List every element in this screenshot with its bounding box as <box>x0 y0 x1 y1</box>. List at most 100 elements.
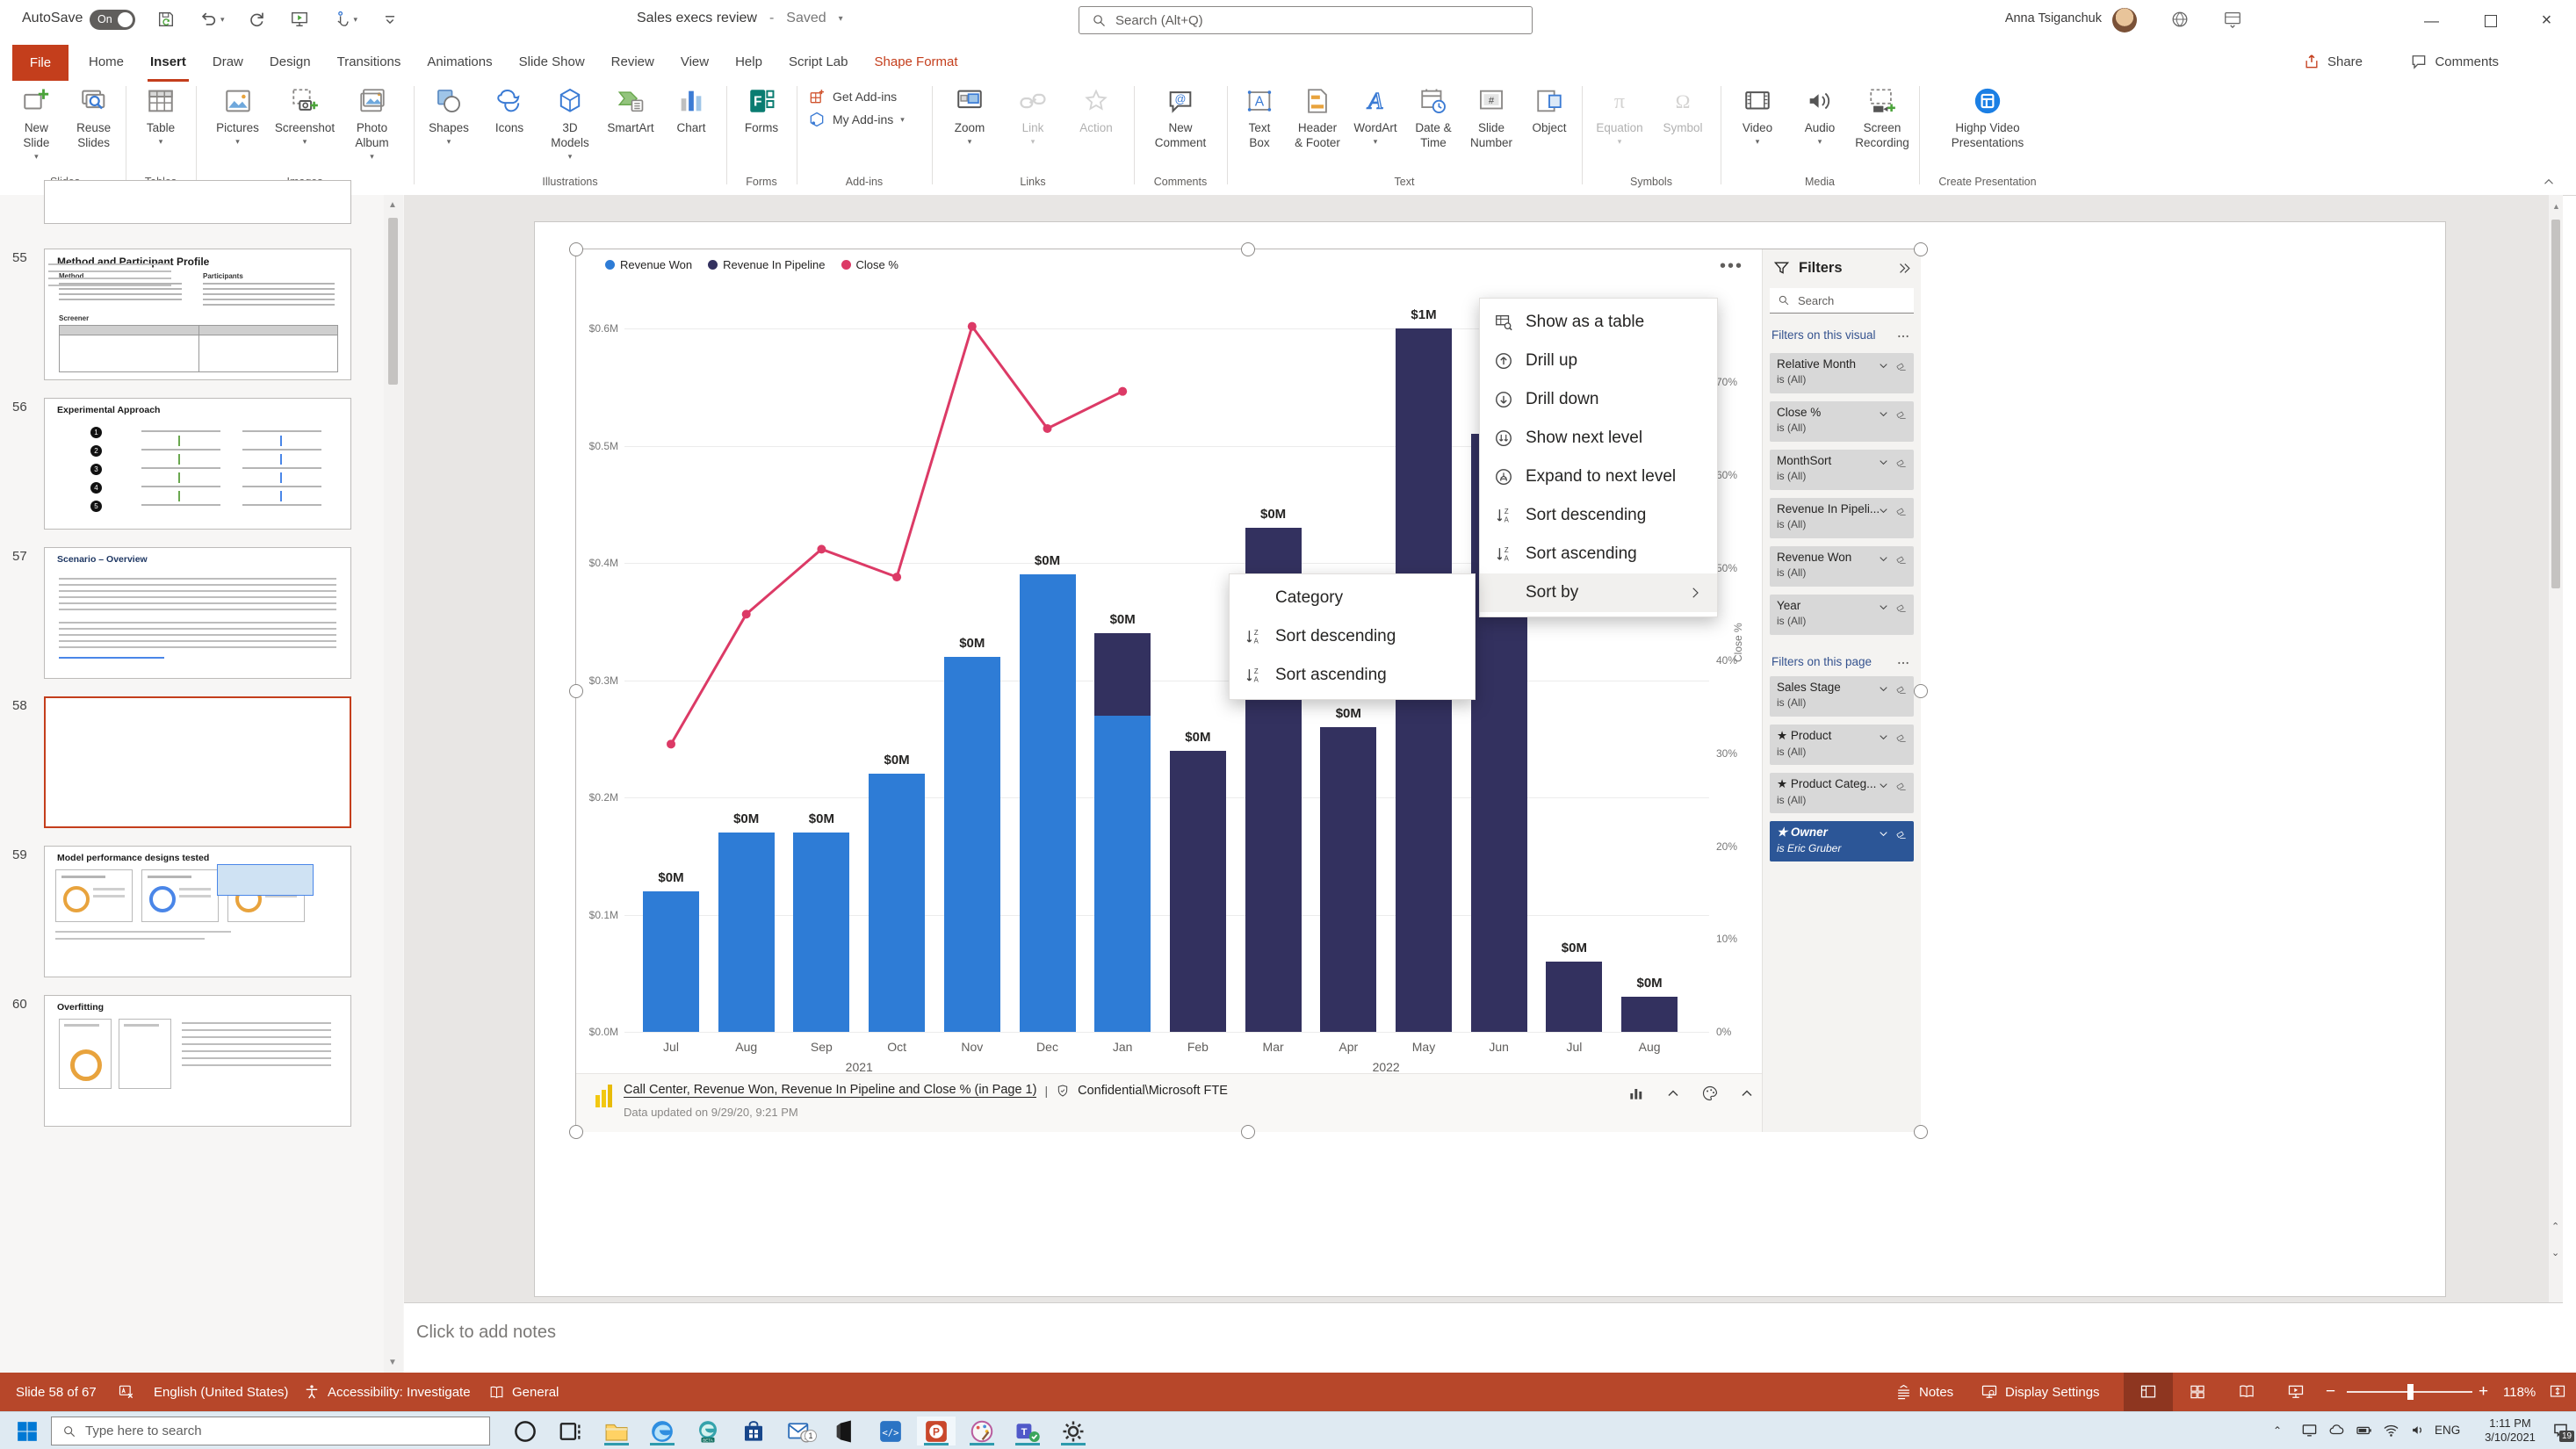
menu-item-drill-up[interactable]: Drill up <box>1480 342 1717 380</box>
collapse-filters-icon[interactable] <box>1897 261 1912 276</box>
selection-handle[interactable] <box>569 1125 583 1139</box>
tab-home[interactable]: Home <box>76 42 137 82</box>
menu-item-show-as-a-table[interactable]: Show as a table <box>1480 303 1717 342</box>
tray-cloud-icon[interactable] <box>2328 1422 2345 1438</box>
taskbar-app-paint[interactable] <box>963 1417 1001 1445</box>
taskbar-app-vs-code[interactable]: </> <box>871 1417 910 1445</box>
avatar[interactable] <box>2112 8 2137 32</box>
taskbar-search[interactable]: Type here to search <box>51 1417 490 1445</box>
filter-expand-icon[interactable] <box>1878 505 1889 516</box>
menu-item-sort-descending[interactable]: Z A Sort descending <box>1480 496 1717 535</box>
taskbar-app-powerpoint[interactable]: P <box>917 1417 956 1445</box>
bar-revenue-in-pipeline[interactable] <box>1094 633 1151 716</box>
menu-item-expand-to-next-level[interactable]: Expand to next level <box>1480 458 1717 496</box>
ribbon-button-screen-recording[interactable]: Screen Recording <box>1854 86 1910 151</box>
search-box[interactable]: Search (Alt+Q) <box>1079 6 1533 34</box>
tab-file[interactable]: File <box>12 45 69 81</box>
menu-item-show-next-level[interactable]: Show next level <box>1480 419 1717 458</box>
taskbar-app-store[interactable] <box>734 1417 773 1445</box>
notes-toggle[interactable]: Notes <box>1895 1373 1953 1411</box>
expand-2-icon[interactable] <box>1738 1085 1756 1102</box>
language-status[interactable]: English (United States) <box>154 1373 288 1411</box>
ribbon-button-shapes[interactable]: Shapes ▾ <box>421 86 477 162</box>
ribbon-button-my-add-ins[interactable]: My Add-ins ▾ <box>808 111 929 128</box>
slide-thumbnail-58[interactable] <box>44 696 351 828</box>
macro-status[interactable]: General <box>488 1373 559 1411</box>
collapse-ribbon-icon[interactable] <box>2541 174 2557 190</box>
bar-revenue-won[interactable] <box>1094 715 1151 1032</box>
filter-clear-icon[interactable] <box>1895 732 1908 744</box>
filter-section-more-icon[interactable] <box>1896 656 1910 670</box>
submenu-item-sort-descending[interactable]: Z A Sort descending <box>1230 617 1475 656</box>
maximize-button[interactable] <box>2461 0 2520 41</box>
view-normal-button[interactable] <box>2124 1373 2173 1411</box>
filters-search-input[interactable]: Search <box>1770 288 1914 314</box>
bar-revenue-in-pipeline[interactable] <box>1320 726 1377 1032</box>
redo-button[interactable] <box>248 10 267 29</box>
ribbon-button-screenshot[interactable]: Screenshot ▾ <box>275 86 335 162</box>
taskbar-app-edge[interactable] <box>643 1417 682 1445</box>
filter-clear-icon[interactable] <box>1895 780 1908 792</box>
ribbon-button-icons[interactable]: Icons <box>481 86 538 162</box>
selection-handle[interactable] <box>569 684 583 698</box>
notes-pane[interactable]: Click to add notes <box>404 1302 2563 1373</box>
bar-revenue-won[interactable] <box>718 833 775 1032</box>
filter-expand-icon[interactable] <box>1878 602 1889 613</box>
share-button[interactable]: Share <box>2303 41 2363 82</box>
display-settings-button[interactable]: Display Settings <box>1981 1373 2100 1411</box>
accessibility-status[interactable]: Accessibility: Investigate <box>303 1373 471 1411</box>
bar-revenue-won[interactable] <box>1019 574 1076 1032</box>
taskbar-app-file-explorer[interactable] <box>597 1417 636 1445</box>
taskbar-app-mail[interactable]: 11 <box>780 1417 819 1445</box>
taskbar-app-teams[interactable]: T <box>1008 1417 1047 1445</box>
fit-slide-button[interactable] <box>2549 1373 2566 1411</box>
selection-handle[interactable] <box>1914 242 1928 256</box>
touch-mode-button[interactable]: ▾ <box>332 10 357 29</box>
bar-revenue-in-pipeline[interactable] <box>1546 961 1603 1032</box>
filter-card-monthsort[interactable]: MonthSort is (All) <box>1770 450 1914 490</box>
tab-shape-format[interactable]: Shape Format <box>862 42 971 82</box>
bar-revenue-in-pipeline[interactable] <box>1621 996 1678 1032</box>
selection-handle[interactable] <box>1914 1125 1928 1139</box>
slide-thumbnail-55[interactable]: Method and Participant Profile Method Part… <box>44 249 351 380</box>
ribbon-button-text-box[interactable]: A Text Box <box>1231 86 1288 151</box>
scroll-up-icon[interactable]: ▲ <box>388 200 397 210</box>
bar-revenue-won[interactable] <box>793 833 850 1032</box>
tray-wifi-icon[interactable] <box>2383 1422 2399 1438</box>
filter-expand-icon[interactable] <box>1878 732 1889 743</box>
visual-more-options[interactable]: ••• <box>1720 256 1743 277</box>
menu-item-drill-down[interactable]: Drill down <box>1480 380 1717 419</box>
tab-script-lab[interactable]: Script Lab <box>776 42 862 82</box>
filter-clear-icon[interactable] <box>1895 602 1908 614</box>
filter-card-revenue-in-pipeli-[interactable]: Revenue In Pipeli... is (All) <box>1770 498 1914 538</box>
tab-review[interactable]: Review <box>598 42 667 82</box>
filter-clear-icon[interactable] <box>1895 360 1908 372</box>
ribbon-display-options-icon[interactable] <box>2223 10 2242 29</box>
selection-handle[interactable] <box>1914 684 1928 698</box>
ribbon-button-table[interactable]: Table ▾ <box>133 86 189 147</box>
taskbar-app-edge-beta[interactable]: BETA <box>689 1417 727 1445</box>
filter-clear-icon[interactable] <box>1895 408 1908 421</box>
filter-clear-icon[interactable] <box>1895 683 1908 696</box>
ribbon-button-chart[interactable]: Chart <box>663 86 719 162</box>
tray-clock[interactable]: 1:11 PM 3/10/2021 <box>2475 1417 2545 1445</box>
filter-card-sales-stage[interactable]: Sales Stage is (All) <box>1770 676 1914 717</box>
tab-view[interactable]: View <box>667 42 722 82</box>
save-button[interactable] <box>156 10 176 29</box>
minimize-button[interactable]: — <box>2402 0 2461 41</box>
slide-thumbnail-56[interactable]: Experimental Approach 1 2 3 4 5 <box>44 398 351 530</box>
ribbon-button-new-slide[interactable]: New Slide ▾ <box>8 86 64 162</box>
tab-insert[interactable]: Insert <box>137 42 199 82</box>
ribbon-button-smartart[interactable]: SmartArt <box>603 86 659 162</box>
ribbon-button-new-comment[interactable]: @ New Comment <box>1152 86 1209 151</box>
submenu-item-category[interactable]: Category <box>1230 579 1475 617</box>
submenu-item-sort-ascending[interactable]: Z A Sort ascending <box>1230 656 1475 695</box>
ribbon-button-header-footer[interactable]: Header & Footer <box>1289 86 1346 151</box>
slide-thumbnail-60[interactable]: Overfitting <box>44 995 351 1127</box>
tray-expand-icon[interactable]: ⌃ <box>2273 1424 2282 1437</box>
spelling-status[interactable] <box>118 1373 135 1411</box>
customize-qat-button[interactable] <box>380 10 400 29</box>
start-slideshow-button[interactable] <box>290 10 309 29</box>
change-visual-type-icon[interactable] <box>1627 1085 1645 1102</box>
selection-handle[interactable] <box>569 242 583 256</box>
